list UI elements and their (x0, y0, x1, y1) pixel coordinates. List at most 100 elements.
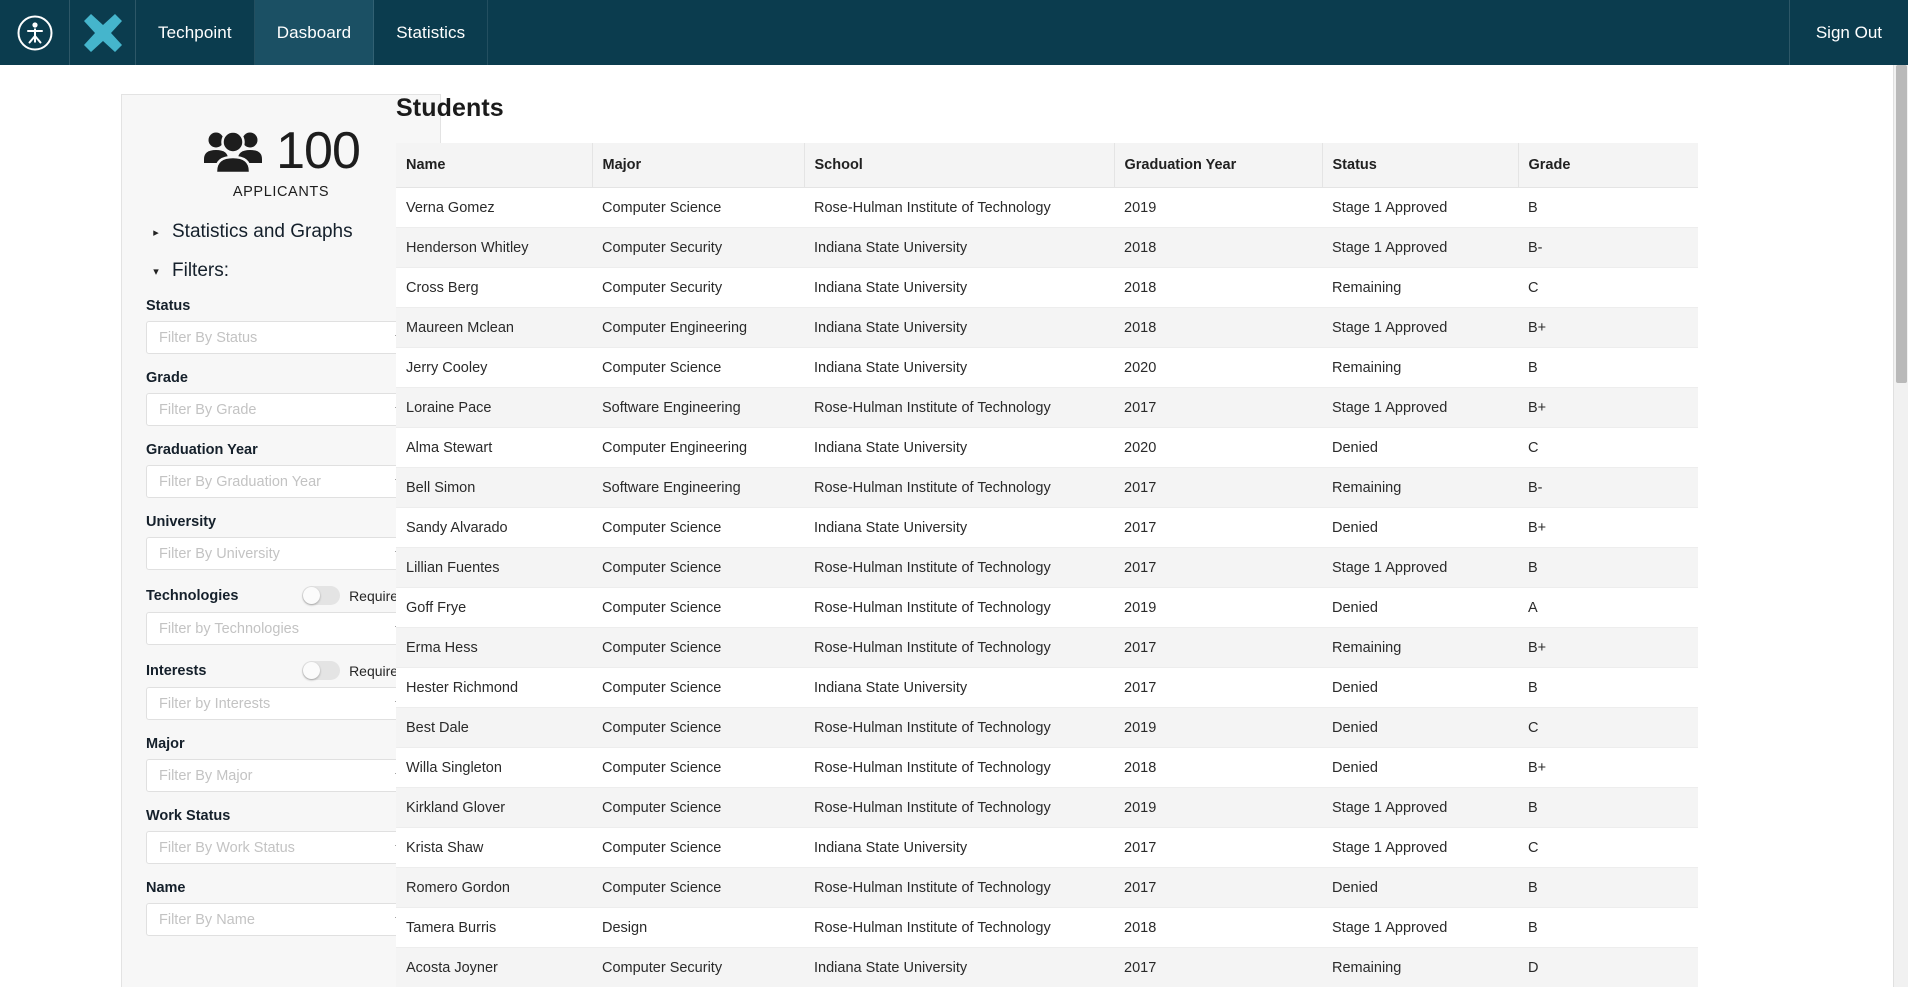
filter-label: Name (146, 880, 186, 896)
cell-graduation-year: 2018 (1114, 267, 1322, 308)
filter-field-technologies: Technologies Require all Filter by Techn… (146, 586, 416, 645)
cell-school: Rose-Hulman Institute of Technology (804, 467, 1114, 508)
table-row[interactable]: Henderson Whitley Computer Security Indian… (396, 227, 1698, 268)
cell-graduation-year: 2019 (1114, 787, 1322, 828)
filter-label: Status (146, 298, 191, 314)
column-header-name[interactable]: Name (396, 143, 593, 188)
section-filters[interactable]: ▾ Filters: (150, 260, 416, 282)
table-row[interactable]: Erma Hess Computer Science Rose-Hulman Ins… (396, 627, 1698, 668)
cell-graduation-year: 2019 (1114, 187, 1322, 228)
cell-major: Computer Science (592, 787, 804, 828)
cell-grade: C (1518, 267, 1698, 308)
university-filter-select[interactable]: Filter By University (146, 537, 416, 570)
table-row[interactable]: Jerry Cooley Computer Science Indiana Stat… (396, 347, 1698, 388)
filter-placeholder: Filter By University (159, 545, 280, 562)
cell-graduation-year: 2017 (1114, 667, 1322, 708)
cell-graduation-year: 2017 (1114, 627, 1322, 668)
applicants-count: 100 (276, 122, 361, 180)
cell-grade: B (1518, 547, 1698, 588)
table-row[interactable]: Bell Simon Software Engineering Rose-Hulma… (396, 467, 1698, 508)
cell-major: Computer Science (592, 627, 804, 668)
cell-name: Kirkland Glover (396, 787, 592, 828)
graduation-year-filter-select[interactable]: Filter By Graduation Year (146, 465, 416, 498)
filter-label: Interests (146, 662, 207, 679)
table-row[interactable]: Hester Richmond Computer Science Indiana S… (396, 667, 1698, 708)
cell-name: Sandy Alvarado (396, 507, 592, 548)
cell-major: Computer Science (592, 747, 804, 788)
table-row[interactable]: Lillian Fuentes Computer Science Rose-Hulm… (396, 547, 1698, 588)
nav-items: Techpoint Dasboard Statistics (136, 0, 489, 65)
major-filter-select[interactable]: Filter By Major (146, 759, 416, 792)
table-row[interactable]: Alma Stewart Computer Engineering Indiana … (396, 427, 1698, 468)
filter-field-graduation-year: Graduation Year Filter By Graduation Yea… (146, 442, 416, 498)
cell-grade: B- (1518, 467, 1698, 508)
cell-grade: B (1518, 187, 1698, 228)
table-row[interactable]: Verna Gomez Computer Science Rose-Hulman I… (396, 187, 1698, 228)
nav-item-techpoint[interactable]: Techpoint (136, 0, 255, 65)
grade-filter-select[interactable]: Filter By Grade (146, 393, 416, 426)
nav-right-group: Sign Out (1788, 0, 1908, 65)
table-row[interactable]: Romero Gordon Computer Science Rose-Hulman… (396, 867, 1698, 908)
table-row[interactable]: Acosta Joyner Computer Security Indiana St… (396, 947, 1698, 987)
cell-school: Indiana State University (804, 227, 1114, 268)
table-head: Name Major School Graduation Year Status… (396, 143, 1698, 188)
interests-require-all-toggle[interactable] (302, 661, 341, 680)
nav-item-label: Statistics (396, 22, 466, 42)
students-table: Name Major School Graduation Year Status… (396, 143, 1698, 987)
cell-status: Stage 1 Approved (1322, 907, 1518, 948)
cell-school: Rose-Hulman Institute of Technology (804, 867, 1114, 908)
table-row[interactable]: Maureen Mclean Computer Engineering Indian… (396, 307, 1698, 348)
brand-mark[interactable] (70, 0, 136, 65)
app-logo[interactable] (0, 0, 70, 65)
table-row[interactable]: Kirkland Glover Computer Science Rose-Hulm… (396, 787, 1698, 828)
page-scrollbar[interactable] (1893, 65, 1908, 987)
cell-grade: D (1518, 947, 1698, 987)
column-header-school[interactable]: School (804, 143, 1115, 188)
cell-school: Indiana State University (804, 307, 1114, 348)
table-row[interactable]: Goff Frye Computer Science Rose-Hulman Ins… (396, 587, 1698, 628)
cell-name: Jerry Cooley (396, 347, 592, 388)
column-header-grade[interactable]: Grade (1518, 143, 1698, 188)
work-status-filter-select[interactable]: Filter By Work Status (146, 831, 416, 864)
cell-major: Computer Science (592, 707, 804, 748)
table-row[interactable]: Krista Shaw Computer Science Indiana State… (396, 827, 1698, 868)
cell-school: Indiana State University (804, 427, 1114, 468)
table-row[interactable]: Best Dale Computer Science Rose-Hulman Ins… (396, 707, 1698, 748)
table-row[interactable]: Tamera Burris Design Rose-Hulman Institute… (396, 907, 1698, 948)
name-filter-select[interactable]: Filter By Name (146, 903, 416, 936)
cell-graduation-year: 2018 (1114, 227, 1322, 268)
column-header-major[interactable]: Major (592, 143, 805, 188)
table-row[interactable]: Loraine Pace Software Engineering Rose-Hul… (396, 387, 1698, 428)
toggle-knob (303, 587, 321, 604)
cell-major: Computer Security (592, 267, 804, 308)
cell-status: Remaining (1322, 267, 1518, 308)
sign-out-button[interactable]: Sign Out (1790, 0, 1908, 65)
cell-major: Computer Science (592, 547, 804, 588)
table-row[interactable]: Sandy Alvarado Computer Science Indiana St… (396, 507, 1698, 548)
status-filter-select[interactable]: Filter By Status (146, 321, 416, 354)
nav-item-dasboard[interactable]: Dasboard (254, 0, 375, 65)
table-row[interactable]: Cross Berg Computer Security Indiana State… (396, 267, 1698, 308)
cell-status: Stage 1 Approved (1322, 227, 1518, 268)
section-label: Statistics and Graphs (172, 221, 353, 242)
column-header-graduation-year[interactable]: Graduation Year (1114, 143, 1323, 188)
filters-panel: 100 APPLICANTS ▸ Statistics and Graphs ▾… (121, 94, 441, 987)
cell-grade: B+ (1518, 307, 1698, 348)
cell-graduation-year: 2020 (1114, 347, 1322, 388)
scrollbar-thumb[interactable] (1896, 65, 1907, 383)
cell-name: Maureen Mclean (396, 307, 592, 348)
cell-major: Computer Science (592, 507, 804, 548)
interests-filter-select[interactable]: Filter by Interests (146, 687, 416, 720)
main-content: Students Name Major School Graduation Ye… (396, 65, 1908, 987)
students-table-container: Name Major School Graduation Year Status… (396, 143, 1698, 987)
nav-item-statistics[interactable]: Statistics (374, 0, 489, 65)
technologies-require-all-toggle[interactable] (302, 586, 341, 605)
table-row[interactable]: Willa Singleton Computer Science Rose-Hulm… (396, 747, 1698, 788)
column-header-status[interactable]: Status (1322, 143, 1519, 188)
technologies-filter-select[interactable]: Filter by Technologies (146, 612, 416, 645)
cell-major: Design (592, 907, 804, 948)
cell-status: Stage 1 Approved (1322, 547, 1518, 588)
section-statistics-and-graphs[interactable]: ▸ Statistics and Graphs (150, 221, 416, 243)
cell-school: Indiana State University (804, 267, 1114, 308)
applicants-count-row: 100 (146, 125, 416, 177)
